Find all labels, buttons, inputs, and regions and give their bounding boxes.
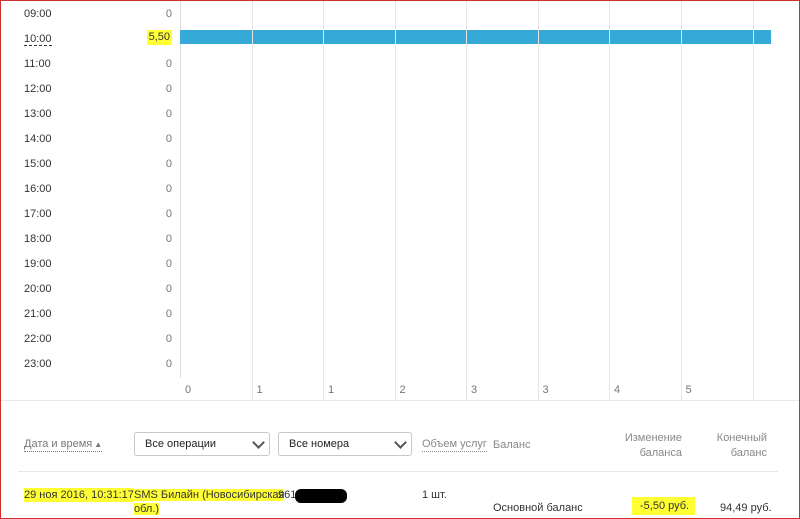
chart-row: 09:00 0 (0, 3, 180, 28)
chart-row: 20:00 0 (0, 278, 180, 303)
hour-label: 17:00 (24, 208, 52, 220)
chart-row: 16:00 0 (0, 178, 180, 203)
chart-gridline (753, 0, 754, 400)
chart-row: 12:00 0 (0, 78, 180, 103)
hour-label: 11:00 (24, 58, 51, 70)
chart-row: 15:00 0 (0, 153, 180, 178)
hourly-chart: 09:00 0 10:00 5,50 11:00 0 12:00 0 13:00 0 14:00 0 1… (0, 0, 800, 400)
chevron-down-icon (252, 436, 265, 449)
hour-label: 18:00 (24, 233, 52, 245)
x-tick-label: 1 (328, 384, 335, 396)
chart-row: 13:00 0 (0, 103, 180, 128)
x-tick-label: 0 (185, 384, 192, 396)
chart-row: 23:00 0 (0, 353, 180, 378)
row-service-line1: SMS Билайн (Новосибирская (134, 489, 285, 501)
hour-value: 0 (165, 158, 172, 170)
change-header-line1: Изменение (624, 432, 682, 444)
hour-label: 12:00 (24, 83, 52, 95)
hour-value: 0 (165, 58, 172, 70)
hour-label: 19:00 (24, 258, 52, 270)
x-tick-label: 3 (542, 384, 549, 396)
hour-value: 0 (165, 183, 172, 195)
hour-value: 5,50 (146, 30, 172, 45)
final-header-line1: Конечный (716, 432, 767, 444)
hour-label: 15:00 (24, 158, 52, 170)
chart-gridline (394, 0, 396, 400)
operations-select-value: Все операции (145, 438, 217, 450)
chart-bar[interactable] (180, 30, 771, 44)
hour-label[interactable]: 10:00 (24, 33, 52, 46)
chart-gridline (537, 0, 539, 400)
change-column-header: Изменение баланса (600, 431, 682, 461)
row-service: SMS Билайн (Новосибирская обл.) (134, 488, 285, 516)
hour-value: 0 (165, 133, 172, 145)
operations-select[interactable]: Все операции (134, 432, 270, 456)
hour-value: 0 (165, 208, 172, 220)
hour-value: 0 (165, 358, 172, 370)
redaction-mark (295, 489, 347, 503)
hour-label: 22:00 (24, 333, 52, 345)
sort-up-icon: ▲ (94, 440, 103, 449)
hour-label: 21:00 (24, 308, 52, 320)
chart-row: 18:00 0 (0, 228, 180, 253)
chevron-down-icon (394, 436, 407, 449)
x-tick-label: 5 (685, 384, 692, 396)
hour-label: 14:00 (24, 133, 52, 145)
hour-value: 0 (165, 258, 172, 270)
hour-label: 20:00 (24, 283, 52, 295)
volume-column-header[interactable]: Объем услуг (422, 438, 487, 452)
chart-row: 10:00 5,50 (0, 28, 180, 53)
chart-row: 21:00 0 (0, 303, 180, 328)
chart-plot-area (180, 0, 772, 378)
hour-value: 0 (165, 283, 172, 295)
hour-label: 23:00 (24, 358, 52, 370)
chart-row: 14:00 0 (0, 128, 180, 153)
hour-value: 0 (165, 108, 172, 120)
hour-label: 13:00 (24, 108, 52, 120)
balance-column-header: Баланс (493, 439, 531, 451)
hour-label: 16:00 (24, 183, 52, 195)
sort-by-datetime[interactable]: Дата и время ▲ (24, 438, 103, 452)
numbers-select-value: Все номера (289, 438, 350, 450)
change-header-line2: баланса (639, 447, 682, 459)
chart-row: 11:00 0 (0, 53, 180, 78)
chart-row: 22:00 0 (0, 328, 180, 353)
hour-value: 0 (165, 233, 172, 245)
hour-value: 0 (165, 308, 172, 320)
chart-gridline (680, 0, 682, 400)
chart-row: 17:00 0 (0, 203, 180, 228)
chart-gridline (466, 0, 467, 400)
divider (18, 471, 778, 472)
row-volume: 1 шт. (422, 489, 447, 501)
final-column-header: Конечный баланс (700, 431, 767, 461)
row-service-line2: обл.) (134, 503, 160, 515)
row-datetime: 29 ноя 2016, 10:31:17 (24, 488, 134, 502)
hour-value: 0 (165, 8, 172, 20)
numbers-select[interactable]: Все номера (278, 432, 412, 456)
x-tick-label: 2 (399, 384, 406, 396)
chart-row: 19:00 0 (0, 253, 180, 278)
divider (0, 400, 800, 401)
row-final-balance: 94,49 руб. (720, 502, 772, 514)
chart-gridline (323, 0, 324, 400)
hour-value: 0 (165, 83, 172, 95)
row-balance-type: Основной баланс (493, 502, 583, 514)
x-tick-label: 1 (256, 384, 263, 396)
x-tick-label: 3 (471, 384, 478, 396)
final-header-line2: баланс (730, 447, 767, 459)
row-change: -5,50 руб. (632, 497, 696, 515)
x-tick-label: 4 (614, 384, 621, 396)
hour-label: 09:00 (24, 8, 52, 20)
chart-gridline (251, 0, 253, 400)
chart-gridline (609, 0, 610, 400)
hour-value: 0 (165, 333, 172, 345)
